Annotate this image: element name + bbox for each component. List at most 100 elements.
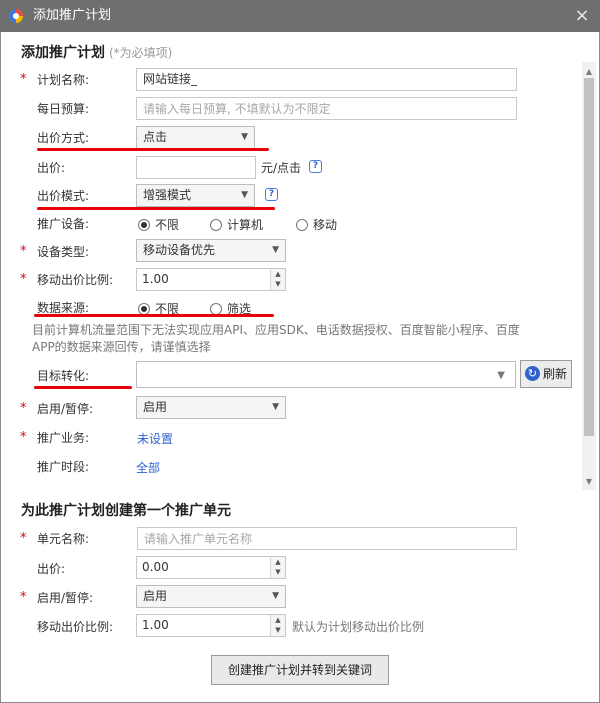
chevron-down-icon: ▼ (241, 190, 248, 200)
bid-mode-select[interactable]: 增强模式 ▼ (136, 184, 255, 207)
annotation-underline (34, 386, 132, 389)
stepper-buttons[interactable]: ▲ ▼ (270, 615, 285, 636)
refresh-label: 刷新 (543, 367, 568, 381)
device-radio-mobile[interactable]: 移动 (296, 216, 337, 233)
chevron-down-icon: ▼ (272, 591, 279, 601)
required-mark: * (20, 72, 27, 87)
required-mark: * (20, 531, 27, 546)
stepper-down-icon[interactable]: ▼ (271, 625, 285, 635)
unit-bid-stepper[interactable]: 0.00 ▲ ▼ (136, 556, 286, 579)
device-type-label: 设备类型: (37, 245, 90, 259)
device-option-label: 不限 (155, 218, 180, 232)
daily-budget-label: 每日预算: (37, 102, 90, 116)
annotation-underline (37, 148, 269, 151)
unit-mobile-ratio-label: 移动出价比例: (37, 620, 114, 634)
stepper-buttons[interactable]: ▲ ▼ (270, 557, 285, 578)
daily-budget-input[interactable] (136, 97, 517, 120)
device-type-select[interactable]: 移动设备优先 ▼ (136, 239, 286, 262)
bid-mode-value: 增强模式 (143, 188, 192, 202)
device-option-label: 移动 (313, 218, 338, 232)
bid-method-select[interactable]: 点击 ▼ (136, 126, 255, 149)
business-label: 推广业务: (37, 431, 90, 445)
scroll-down-icon[interactable]: ▼ (582, 476, 596, 488)
stepper-up-icon[interactable]: ▲ (271, 557, 285, 567)
stepper-buttons[interactable]: ▲ ▼ (270, 269, 285, 290)
device-radio-any[interactable]: 不限 (138, 216, 179, 233)
stepper-up-icon[interactable]: ▲ (271, 615, 285, 625)
plan-name-input[interactable]: 网站链接_ (136, 68, 517, 91)
required-mark: * (20, 272, 27, 287)
radio-icon (210, 218, 222, 231)
mobile-ratio-stepper[interactable]: 1.00 ▲ ▼ (136, 268, 286, 291)
stepper-down-icon[interactable]: ▼ (271, 279, 285, 289)
required-mark: * (20, 401, 27, 416)
business-link[interactable]: 未设置 (137, 430, 173, 447)
radio-icon (296, 218, 308, 231)
unit-bid-value: 0.00 (142, 560, 169, 574)
clipped-value (136, 484, 184, 493)
title-bar: 添加推广计划 × (0, 0, 600, 32)
bid-label: 出价: (37, 161, 66, 175)
radio-selected-icon (138, 218, 150, 231)
unit-status-label: 启用/暂停: (37, 591, 94, 605)
bid-input[interactable] (136, 156, 256, 179)
annotation-underline (34, 314, 274, 317)
plan-section-heading: 添加推广计划 (21, 45, 105, 61)
bid-method-label: 出价方式: (37, 131, 90, 145)
bid-mode-label: 出价模式: (37, 189, 90, 203)
clipped-row (36, 484, 236, 493)
stepper-down-icon[interactable]: ▼ (271, 567, 285, 577)
target-conversion-select[interactable]: ▼ (136, 361, 516, 388)
unit-mobile-ratio-value: 1.00 (142, 618, 169, 632)
unit-status-select[interactable]: 启用 ▼ (136, 585, 286, 608)
chevron-down-icon: ▼ (272, 402, 279, 412)
unit-mobile-ratio-hint: 默认为计划移动出价比例 (292, 620, 425, 634)
device-option-label: 计算机 (227, 218, 264, 232)
scroll-up-icon[interactable]: ▲ (582, 66, 596, 78)
schedule-label: 推广时段: (37, 460, 90, 474)
target-conversion-label: 目标转化: (37, 369, 90, 383)
chevron-down-icon: ▼ (241, 132, 248, 142)
refresh-icon: ↻ (525, 366, 540, 381)
required-hint: (*为必填项) (109, 46, 173, 60)
chevron-down-icon: ▼ (497, 370, 505, 381)
device-label: 推广设备: (37, 217, 90, 231)
window-title: 添加推广计划 (33, 8, 112, 23)
mobile-ratio-value: 1.00 (142, 272, 169, 286)
data-source-note: 目前计算机流量范围下无法实现应用API、应用SDK、电话数据授权、百度智能小程序… (32, 323, 520, 354)
stepper-up-icon[interactable]: ▲ (271, 269, 285, 279)
close-icon[interactable]: × (573, 6, 591, 26)
plan-name-label: 计划名称: (37, 73, 90, 87)
status-label: 启用/暂停: (37, 402, 94, 416)
unit-status-value: 启用 (143, 589, 168, 603)
schedule-link[interactable]: 全部 (136, 459, 160, 476)
chevron-down-icon: ▼ (272, 245, 279, 255)
scrollbar-thumb[interactable] (584, 78, 594, 436)
unit-name-label: 单元名称: (37, 532, 90, 546)
status-value: 启用 (143, 400, 168, 414)
radio-selected-icon (138, 302, 150, 315)
refresh-button[interactable]: ↻ 刷新 (520, 360, 572, 388)
help-icon[interactable]: ? (309, 160, 322, 173)
unit-bid-label: 出价: (37, 562, 66, 576)
unit-mobile-ratio-stepper[interactable]: 1.00 ▲ ▼ (136, 614, 286, 637)
device-radio-computer[interactable]: 计算机 (210, 216, 263, 233)
clipped-label (36, 484, 72, 493)
scrollbar[interactable]: ▲ ▼ (582, 62, 596, 490)
mobile-ratio-label: 移动出价比例: (37, 273, 114, 287)
annotation-underline (37, 207, 275, 210)
device-type-value: 移动设备优先 (143, 243, 216, 257)
unit-name-input[interactable] (137, 527, 517, 550)
status-select[interactable]: 启用 ▼ (136, 396, 286, 419)
create-plan-button[interactable]: 创建推广计划并转到关键词 (211, 655, 389, 685)
required-mark: * (20, 244, 27, 259)
bid-unit: 元/点击 (261, 161, 302, 175)
app-logo-icon (9, 9, 23, 23)
unit-section-title: 为此推广计划创建第一个推广单元 (21, 503, 231, 519)
required-mark: * (20, 430, 27, 445)
required-mark: * (20, 590, 27, 605)
plan-section-title: 添加推广计划 (*为必填项) (21, 42, 172, 62)
radio-icon (210, 302, 222, 315)
bid-method-value: 点击 (143, 130, 168, 144)
help-icon[interactable]: ? (265, 188, 278, 201)
